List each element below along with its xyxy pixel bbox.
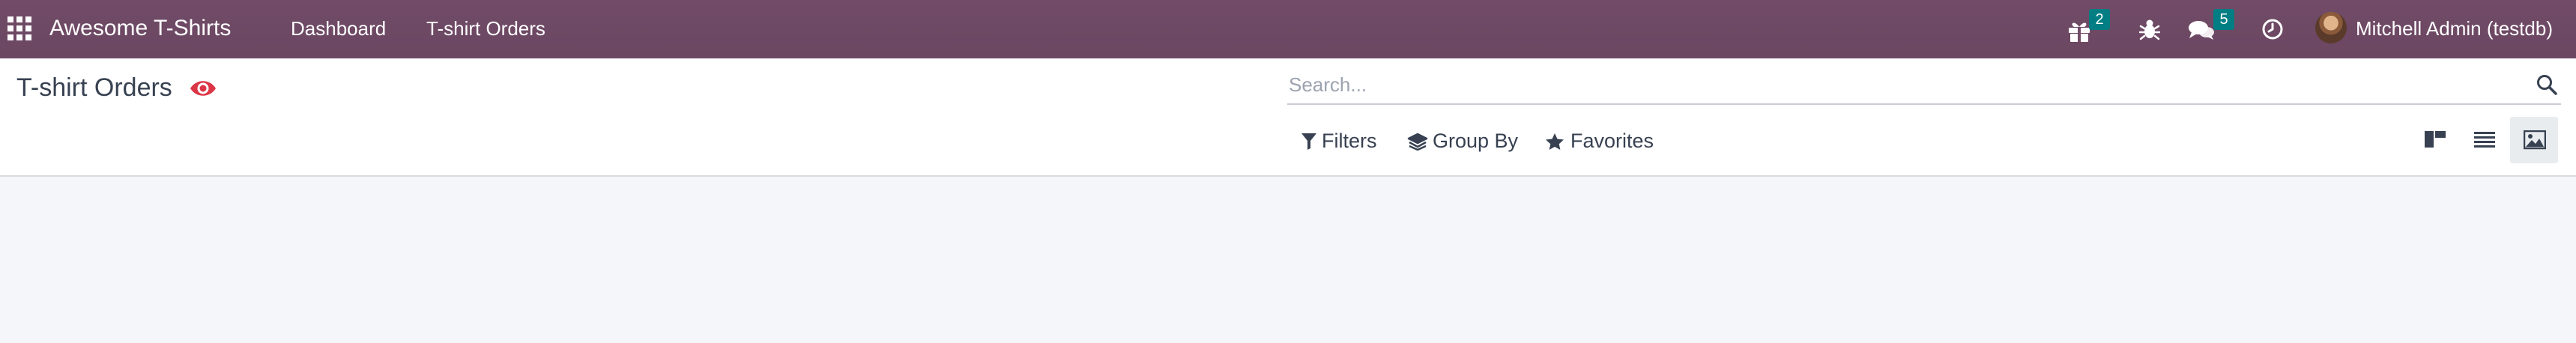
image-icon	[2524, 130, 2546, 150]
group-by-button[interactable]: Group By	[1407, 127, 1520, 154]
star-icon	[1546, 133, 1564, 150]
clock-icon[interactable]	[2261, 13, 2287, 43]
bug-icon[interactable]	[2139, 13, 2162, 43]
filters-button[interactable]: Filters	[1301, 127, 1385, 154]
search-bar	[1287, 67, 2561, 105]
filters-label: Filters	[1322, 130, 1377, 152]
chat-count-badge: 5	[2213, 9, 2234, 30]
page-title: T-shirt Orders	[16, 73, 172, 102]
user-name[interactable]: Mitchell Admin (testdb)	[2356, 16, 2553, 40]
kanban-icon	[2425, 131, 2446, 148]
search-input[interactable]	[1289, 72, 2503, 97]
apps-grid-icon[interactable]	[7, 16, 31, 40]
menu-dashboard[interactable]: Dashboard	[291, 16, 386, 40]
search-icon[interactable]	[2536, 73, 2558, 96]
eye-icon	[189, 78, 217, 99]
avatar[interactable]	[2315, 12, 2347, 43]
favorites-button[interactable]: Favorites	[1545, 127, 1657, 154]
group-by-label: Group By	[1433, 130, 1519, 152]
menu-tshirt-orders[interactable]: T-shirt Orders	[426, 16, 545, 40]
gift-count-badge: 2	[2089, 9, 2110, 30]
filter-icon	[1301, 133, 1316, 150]
main-content-area	[0, 177, 2576, 343]
list-view-button[interactable]	[2461, 117, 2509, 163]
app-brand[interactable]: Awesome T-Shirts	[49, 15, 231, 42]
layers-icon	[1407, 133, 1428, 151]
favorites-label: Favorites	[1570, 130, 1654, 152]
control-panel: T-shirt Orders Filters	[0, 58, 2576, 177]
list-icon	[2474, 132, 2495, 148]
kanban-view-button[interactable]	[2411, 117, 2459, 163]
image-view-button[interactable]	[2510, 117, 2558, 163]
top-navbar: Awesome T-Shirts Dashboard T-shirt Order…	[0, 0, 2576, 58]
